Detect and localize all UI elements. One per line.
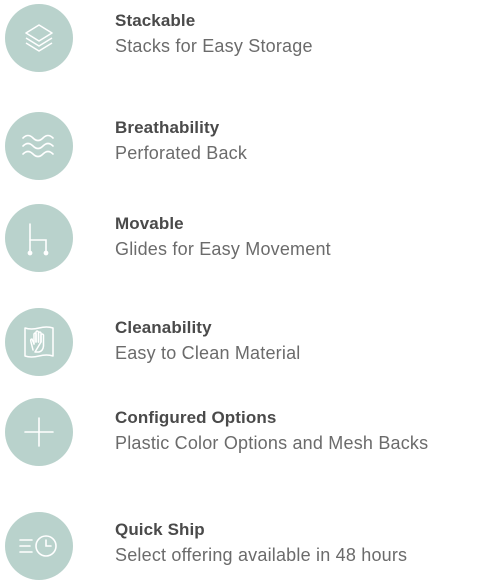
feature-title: Breathability	[115, 118, 220, 137]
stack-layers-icon	[5, 4, 73, 72]
feature-title: Quick Ship	[115, 520, 205, 539]
hand-wipe-icon	[5, 308, 73, 376]
feature-movable: Movable Glides for Easy Movement	[0, 196, 498, 276]
plus-icon	[5, 398, 73, 466]
feature-title: Configured Options	[115, 408, 277, 427]
feature-subtitle: Stacks for Easy Storage	[115, 36, 313, 56]
feature-title: Cleanability	[115, 318, 212, 337]
feature-breathability: Breathability Perforated Back	[0, 100, 498, 180]
air-waves-icon	[5, 112, 73, 180]
feature-subtitle: Plastic Color Options and Mesh Backs	[115, 433, 429, 453]
chair-icon	[5, 204, 73, 272]
feature-cleanability: Cleanability Easy to Clean Material	[0, 296, 498, 376]
feature-subtitle: Easy to Clean Material	[115, 343, 301, 363]
feature-quick-ship: Quick Ship Select offering available in …	[0, 496, 498, 580]
feature-subtitle: Glides for Easy Movement	[115, 239, 331, 259]
fast-clock-icon	[5, 512, 73, 580]
feature-title: Movable	[115, 214, 184, 233]
feature-configured-options: Configured Options Plastic Color Options…	[0, 394, 498, 474]
feature-stackable: Stackable Stacks for Easy Storage	[0, 0, 498, 80]
feature-subtitle: Select offering available in 48 hours	[115, 545, 408, 565]
feature-title: Stackable	[115, 11, 196, 30]
feature-subtitle: Perforated Back	[115, 143, 248, 163]
